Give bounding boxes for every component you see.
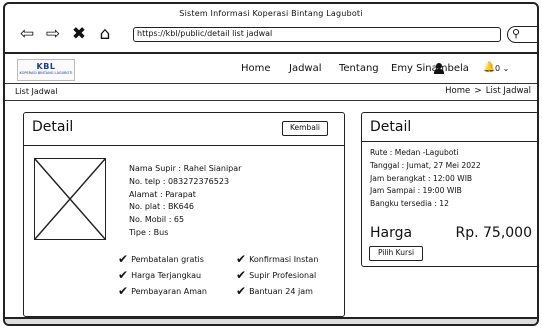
- trip-detail-card: Detail Rute : Medan -Laguboti Tanggal : …: [361, 112, 537, 267]
- feature-item: ✔ Harga Terjangkau: [118, 268, 202, 282]
- trip-info: Rute : Medan -Laguboti Tanggal : Jumat, …: [370, 147, 481, 211]
- driver-address: Alamat : Parapat: [129, 189, 196, 199]
- driver-detail-card: Detail Kembali Nama Supir : Rahel Sianip…: [23, 112, 345, 317]
- card-divider: [24, 145, 344, 146]
- logo-subtext: KOPERASI BINTANG LAGUBOTI: [19, 71, 73, 75]
- feature-label: Pembatalan gratis: [131, 254, 204, 264]
- driver-info: Nama Supir : Rahel Sianipar No. telp : 0…: [129, 163, 241, 240]
- browser-scrollbar[interactable]: [5, 317, 537, 324]
- image-placeholder: [34, 158, 106, 240]
- trip-departure: Jam berangkat : 12:00 WIB: [370, 173, 473, 183]
- close-icon[interactable]: ✖: [69, 24, 89, 44]
- feature-label: Supir Profesional: [249, 270, 317, 280]
- breadcrumb-current: List Jadwal: [485, 86, 531, 96]
- back-arrow-icon[interactable]: ⇦: [17, 24, 37, 44]
- user-icon[interactable]: [434, 63, 444, 75]
- vehicle-type: Tipe : Bus: [129, 227, 169, 237]
- checkmark-icon: ✔: [118, 268, 129, 282]
- trip-card-title: Detail: [370, 119, 412, 135]
- forward-arrow-icon[interactable]: ⇨: [43, 24, 63, 44]
- vehicle-plate: No. plat : BK646: [129, 202, 194, 212]
- back-button[interactable]: Kembali: [282, 121, 328, 136]
- trip-date: Tanggal : Jumat, 27 Mei 2022: [370, 160, 481, 170]
- site-logo[interactable]: KBL KOPERASI BINTANG LAGUBOTI: [17, 59, 75, 81]
- feature-label: Bantuan 24 jam: [249, 286, 313, 296]
- price-label: Harga: [370, 225, 413, 241]
- url-bar[interactable]: https://kbl/public/detail list jadwal: [133, 27, 501, 42]
- notification-count-value: 0: [495, 64, 501, 73]
- browser-titlebar: Sistem Informasi Koperasi Bintang Lagubo…: [5, 4, 537, 54]
- breadcrumb-bar: List Jadwal Home > List Jadwal: [5, 84, 537, 101]
- browser-search-button[interactable]: ⚲: [507, 26, 537, 43]
- checkmark-icon: ✔: [118, 284, 129, 298]
- checkmark-icon: ✔: [236, 252, 247, 266]
- trip-route: Rute : Medan -Laguboti: [370, 148, 459, 157]
- checkmark-icon: ✔: [236, 268, 247, 282]
- feature-item: ✔ Konfirmasi Instan: [236, 252, 319, 266]
- nav-item-jadwal[interactable]: Jadwal: [289, 63, 322, 75]
- vehicle-number: No. Mobil : 65: [129, 215, 185, 225]
- trip-arrival: Jam Sampai : 19:00 WIB: [370, 186, 462, 196]
- checkmark-icon: ✔: [236, 284, 247, 298]
- card-divider: [362, 141, 537, 142]
- seats-available: Bangku tersedia : 12: [370, 199, 449, 209]
- nav-item-tentang[interactable]: Tentang: [339, 63, 379, 75]
- bell-icon[interactable]: 🔔: [483, 62, 495, 74]
- price-value: Rp. 75,000: [455, 225, 532, 241]
- feature-label: Pembayaran Aman: [131, 286, 207, 296]
- breadcrumb-home[interactable]: Home: [445, 86, 470, 96]
- search-icon: ⚲: [512, 27, 521, 40]
- home-icon[interactable]: ⌂: [95, 24, 115, 44]
- nav-user-name[interactable]: Emy Sinambela: [391, 63, 469, 75]
- page-label: List Jadwal: [15, 87, 58, 96]
- nav-item-home[interactable]: Home: [241, 63, 271, 75]
- driver-name: Nama Supir : Rahel Sianipar: [129, 164, 242, 173]
- feature-item: ✔ Bantuan 24 jam: [236, 284, 313, 298]
- checkmark-icon: ✔: [118, 252, 129, 266]
- notification-count[interactable]: 0 ⌄: [495, 64, 509, 74]
- window-title: Sistem Informasi Koperasi Bintang Lagubo…: [179, 9, 363, 18]
- chevron-down-icon: ⌄: [502, 64, 510, 73]
- browser-window: Sistem Informasi Koperasi Bintang Lagubo…: [3, 2, 539, 326]
- choose-seat-button[interactable]: Pilih Kursi: [369, 246, 423, 261]
- driver-phone: No. telp : 083272376523: [129, 176, 230, 186]
- site-navbar: KBL KOPERASI BINTANG LAGUBOTI Home Jadwa…: [5, 56, 537, 84]
- breadcrumb-separator-icon: >: [474, 86, 482, 96]
- browser-nav-buttons: ⇦ ⇨ ✖ ⌂: [17, 24, 115, 44]
- detail-card-title: Detail: [32, 119, 74, 135]
- logo-mark: KBL: [36, 62, 56, 71]
- feature-list: ✔ Pembatalan gratis ✔ Konfirmasi Instan ✔ H…: [118, 252, 343, 304]
- feature-label: Harga Terjangkau: [131, 270, 202, 280]
- feature-label: Konfirmasi Instan: [249, 254, 319, 264]
- feature-item: ✔ Pembayaran Aman: [118, 284, 207, 298]
- breadcrumb: Home > List Jadwal: [445, 86, 531, 96]
- feature-item: ✔ Supir Profesional: [236, 268, 317, 282]
- feature-item: ✔ Pembatalan gratis: [118, 252, 204, 266]
